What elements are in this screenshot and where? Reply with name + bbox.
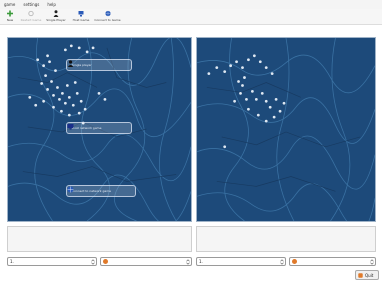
toolbar: New Restart Game Single Player Host Game… xyxy=(0,9,382,25)
connect-network-icon xyxy=(67,186,74,193)
chevron-updown-icon xyxy=(91,259,95,265)
quit-label: Quit xyxy=(365,272,374,278)
left-player-type-select[interactable] xyxy=(100,257,192,266)
host-network-game-label: Host network game xyxy=(72,126,102,130)
right-board-map xyxy=(197,38,375,221)
restart-icon xyxy=(28,10,34,17)
menu-game[interactable]: game xyxy=(4,0,15,9)
menu-settings[interactable]: settings xyxy=(23,0,39,9)
right-player-select[interactable]: 1. xyxy=(196,257,286,266)
connect-network-game-label: Connect to network game xyxy=(72,189,111,193)
host-game-label: Host Game xyxy=(72,18,90,22)
right-game-board[interactable] xyxy=(196,37,376,222)
quit-button[interactable]: Quit xyxy=(355,270,379,280)
left-player-panel xyxy=(7,226,192,252)
menu-help[interactable]: help xyxy=(47,0,56,9)
quit-icon xyxy=(358,272,363,278)
single-player-icon xyxy=(67,60,74,67)
chevron-updown-icon xyxy=(280,259,284,265)
connect-network-game-button[interactable]: Connect to network game xyxy=(66,185,136,197)
connect-icon xyxy=(104,10,111,17)
connect-to-game-button[interactable]: Connect to Game xyxy=(94,9,121,22)
single-player-start-label: Single player xyxy=(72,63,92,67)
left-player-select-value: 1. xyxy=(10,259,14,264)
new-game-label: New xyxy=(6,18,14,22)
restart-game-button[interactable]: Restart Game xyxy=(20,9,42,22)
right-player-select-value: 1. xyxy=(199,259,203,264)
player-avatar-icon xyxy=(103,259,108,264)
single-player-start-button[interactable]: Single player xyxy=(66,59,132,71)
new-game-button[interactable]: New xyxy=(3,9,17,22)
host-game-icon xyxy=(78,11,84,17)
host-network-icon xyxy=(67,124,74,130)
connect-to-game-label: Connect to Game xyxy=(94,18,121,22)
single-player-icon xyxy=(53,10,59,17)
right-player-type-select[interactable] xyxy=(289,257,376,266)
host-network-game-button[interactable]: Host network game xyxy=(66,122,132,134)
chevron-updown-icon xyxy=(370,259,374,265)
single-player-button[interactable]: Single Player xyxy=(45,9,67,22)
single-player-label: Single Player xyxy=(46,18,66,22)
player-avatar-icon xyxy=(292,259,297,264)
host-game-button[interactable]: Host Game xyxy=(70,9,92,22)
left-player-select[interactable]: 1. xyxy=(7,257,97,266)
left-game-board[interactable]: Single player Host network game Connect … xyxy=(7,37,192,222)
right-player-panel xyxy=(196,226,376,252)
chevron-updown-icon xyxy=(186,259,190,265)
restart-game-label: Restart Game xyxy=(20,18,42,22)
new-game-icon xyxy=(7,10,13,17)
menu-bar: game settings help xyxy=(0,0,382,9)
